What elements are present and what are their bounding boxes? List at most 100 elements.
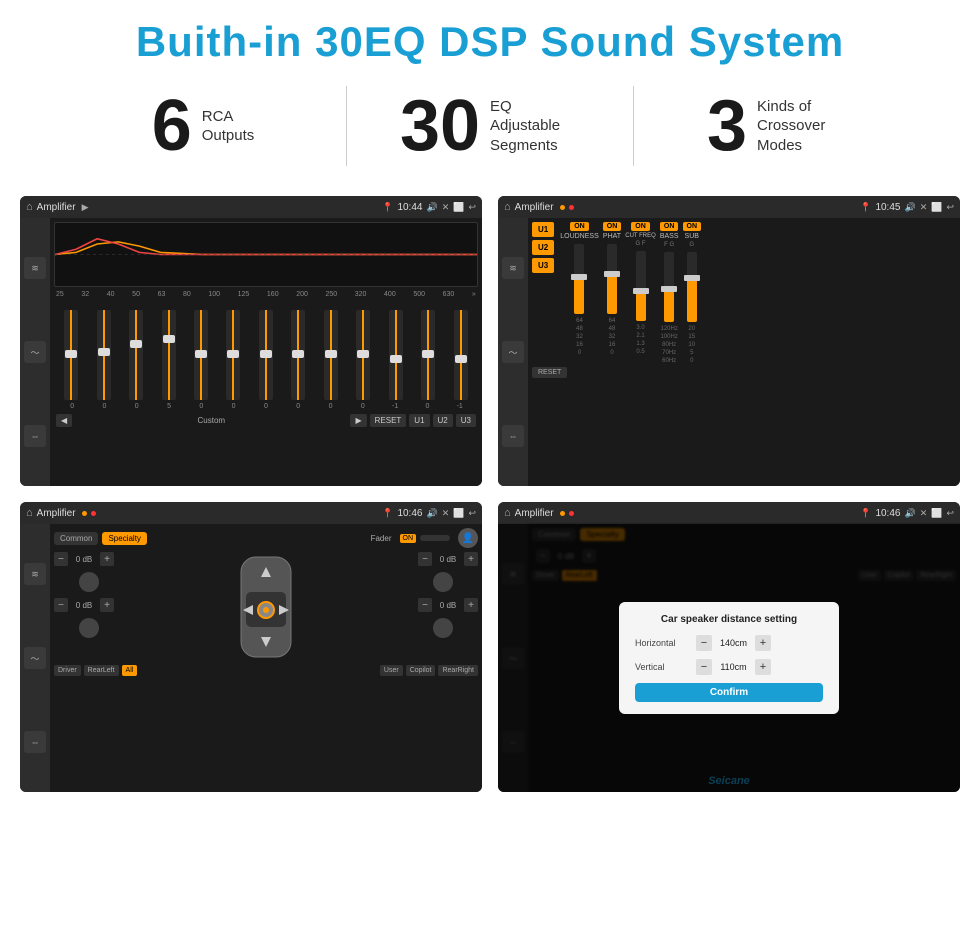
eq-slider-6[interactable] — [226, 310, 240, 400]
vertical-plus-button[interactable]: + — [755, 659, 771, 675]
wave-icon-2[interactable]: 〜 — [502, 341, 524, 363]
u2-button[interactable]: U2 — [433, 414, 453, 427]
eq-slider-10[interactable] — [356, 310, 370, 400]
u1-button[interactable]: U1 — [409, 414, 429, 427]
bl-plus-button[interactable]: + — [100, 598, 114, 612]
eq-slider-12[interactable] — [421, 310, 435, 400]
horizontal-plus-button[interactable]: + — [755, 635, 771, 651]
br-db-value: 0 dB — [434, 601, 462, 610]
eq-slider-8[interactable] — [291, 310, 305, 400]
loudness-on[interactable]: ON — [570, 222, 589, 231]
copilot-button[interactable]: Copilot — [406, 665, 436, 676]
speaker-ctrl-bl: − 0 dB + — [54, 598, 124, 612]
bass-slider[interactable] — [664, 252, 674, 322]
eq-slider-1[interactable] — [64, 310, 78, 400]
eq-slider-11[interactable] — [389, 310, 403, 400]
back-icon-4[interactable]: ↩ — [946, 508, 954, 519]
vertical-minus-button[interactable]: − — [696, 659, 712, 675]
bl-minus-button[interactable]: − — [54, 598, 68, 612]
tl-plus-button[interactable]: + — [100, 552, 114, 566]
prev-button[interactable]: ◀ — [56, 414, 72, 427]
window-icon[interactable]: ⬜ — [453, 202, 464, 213]
home-icon[interactable]: ⌂ — [26, 201, 33, 213]
u3-select-button[interactable]: U3 — [532, 258, 554, 273]
sub-slider[interactable] — [687, 252, 697, 322]
rearright-button[interactable]: RearRight — [438, 665, 478, 676]
balance-icon[interactable]: ⇔ — [24, 425, 46, 447]
sub-on[interactable]: ON — [683, 222, 702, 231]
vertical-control: − 110cm + — [696, 659, 771, 675]
rearleft-button[interactable]: RearLeft — [84, 665, 119, 676]
window-icon-4[interactable]: ⬜ — [931, 508, 942, 519]
tr-minus-button[interactable]: − — [418, 552, 432, 566]
eq-graph — [54, 222, 478, 287]
eq-slider-13[interactable] — [454, 310, 468, 400]
u1-select-button[interactable]: U1 — [532, 222, 554, 237]
amp-reset-button[interactable]: RESET — [532, 367, 567, 378]
loudness-slider[interactable] — [574, 244, 584, 314]
eq-slider-7[interactable] — [259, 310, 273, 400]
common-tab[interactable]: Common — [54, 532, 98, 545]
close-icon-4[interactable]: ✕ — [920, 508, 928, 519]
balance-icon-2[interactable]: ⇔ — [502, 425, 524, 447]
phat-on[interactable]: ON — [603, 222, 622, 231]
screen3-content: ≋ 〜 ⇔ Common Specialty Fader ON 👤 − — [20, 524, 482, 792]
home-icon-3[interactable]: ⌂ — [26, 507, 33, 519]
horizontal-minus-button[interactable]: − — [696, 635, 712, 651]
wave-icon[interactable]: 〜 — [24, 341, 46, 363]
bl-db-value: 0 dB — [70, 601, 98, 610]
eq-icon-2[interactable]: ≋ — [502, 257, 524, 279]
all-button[interactable]: All — [122, 665, 138, 676]
speaker-bottom-buttons: Driver RearLeft All User Copilot RearRig… — [54, 665, 478, 676]
eq-slider-4[interactable] — [162, 310, 176, 400]
balance-icon-3[interactable]: ⇔ — [24, 731, 46, 753]
volume-icon-3[interactable]: 🔊 — [426, 508, 437, 519]
eq-slider-2[interactable] — [97, 310, 111, 400]
confirm-button[interactable]: Confirm — [635, 683, 823, 702]
close-icon-3[interactable]: ✕ — [442, 508, 450, 519]
eq-icon[interactable]: ≋ — [24, 257, 46, 279]
cutfreq-slider[interactable] — [636, 251, 646, 321]
bass-label: BASS — [660, 233, 679, 240]
screen-amp: ⌂ Amplifier 📍 10:45 🔊 ✕ ⬜ ↩ ≋ 〜 ⇔ U1 — [498, 196, 960, 486]
back-icon-2[interactable]: ↩ — [946, 202, 954, 213]
back-icon-3[interactable]: ↩ — [468, 508, 476, 519]
screen-eq: ⌂ Amplifier ▶ 📍 10:44 🔊 ✕ ⬜ ↩ ≋ 〜 ⇔ — [20, 196, 482, 486]
tr-plus-button[interactable]: + — [464, 552, 478, 566]
volume-icon-4[interactable]: 🔊 — [904, 508, 915, 519]
br-plus-button[interactable]: + — [464, 598, 478, 612]
cutfreq-on[interactable]: ON — [631, 222, 650, 231]
screen1-time: 10:44 — [397, 202, 422, 213]
next-button[interactable]: ▶ — [350, 414, 366, 427]
home-icon-2[interactable]: ⌂ — [504, 201, 511, 213]
eq-icon-3[interactable]: ≋ — [24, 563, 46, 585]
specialty-tab[interactable]: Specialty — [102, 532, 146, 545]
back-icon[interactable]: ↩ — [468, 202, 476, 213]
fader-slider[interactable] — [420, 535, 450, 541]
eq-slider-5[interactable] — [194, 310, 208, 400]
window-icon-3[interactable]: ⬜ — [453, 508, 464, 519]
home-icon-4[interactable]: ⌂ — [504, 507, 511, 519]
close-icon[interactable]: ✕ — [442, 202, 450, 213]
window-icon-2[interactable]: ⬜ — [931, 202, 942, 213]
driver-button[interactable]: Driver — [54, 665, 81, 676]
eq-slider-9[interactable] — [324, 310, 338, 400]
volume-icon-2[interactable]: 🔊 — [904, 202, 915, 213]
u3-button[interactable]: U3 — [456, 414, 476, 427]
user-button[interactable]: User — [380, 665, 403, 676]
eq-main-panel: 25 32 40 50 63 80 100 125 160 200 250 32… — [50, 218, 482, 486]
reset-button[interactable]: RESET — [370, 414, 407, 427]
fader-label: Fader — [371, 534, 392, 543]
screen1-sidebar: ≋ 〜 ⇔ — [20, 218, 50, 486]
play-icon[interactable]: ▶ — [82, 202, 89, 213]
volume-icon[interactable]: 🔊 — [426, 202, 437, 213]
close-icon-2[interactable]: ✕ — [920, 202, 928, 213]
bass-on[interactable]: ON — [660, 222, 679, 231]
wave-icon-3[interactable]: 〜 — [24, 647, 46, 669]
br-minus-button[interactable]: − — [418, 598, 432, 612]
tl-minus-button[interactable]: − — [54, 552, 68, 566]
u2-select-button[interactable]: U2 — [532, 240, 554, 255]
phat-slider[interactable] — [607, 244, 617, 314]
eq-slider-3[interactable] — [129, 310, 143, 400]
fader-on-tag[interactable]: ON — [400, 534, 417, 543]
